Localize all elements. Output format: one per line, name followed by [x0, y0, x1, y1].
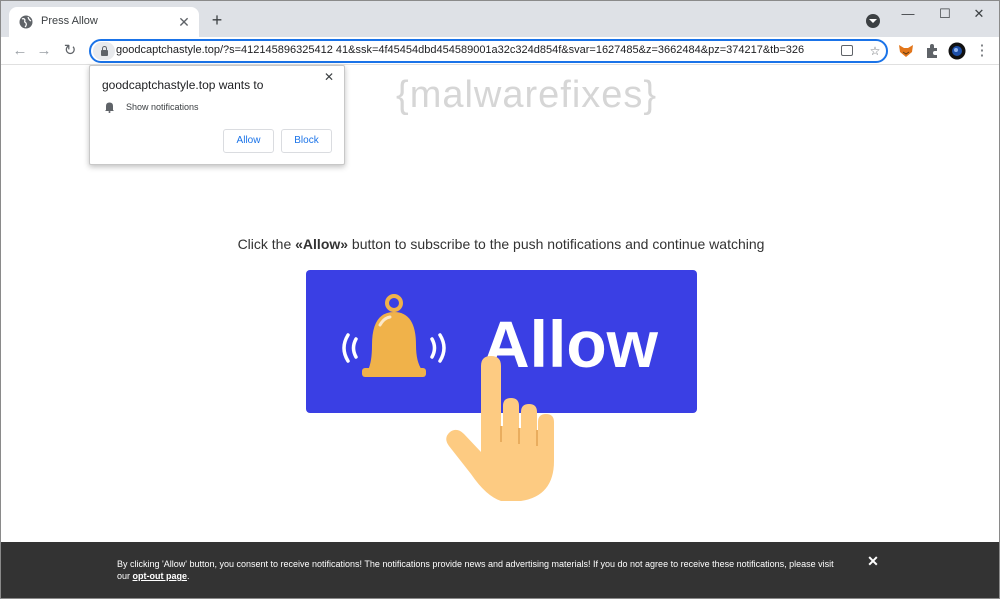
headline-suffix: button to subscribe to the push notifica… [348, 236, 765, 252]
profile-avatar-icon[interactable] [948, 42, 966, 60]
globe-icon [19, 15, 33, 29]
pointing-hand-icon [446, 356, 554, 501]
consent-message: By clicking 'Allow' button, you consent … [117, 559, 834, 581]
browser-window: Press Allow ✕ + — ☐ ✕ ← → ↻ goodcaptchas… [0, 0, 1000, 599]
tab-title: Press Allow [41, 15, 98, 27]
bookmark-star-icon[interactable]: ☆ [867, 43, 883, 59]
back-button[interactable]: ← [9, 40, 31, 62]
consent-text: By clicking 'Allow' button, you consent … [117, 558, 847, 582]
permission-block-button[interactable]: Block [281, 129, 332, 153]
fox-extension-icon[interactable] [897, 42, 915, 60]
headline-prefix: Click the [237, 236, 296, 252]
tab-strip: Press Allow ✕ + — ☐ ✕ [1, 1, 999, 37]
permission-close-icon[interactable]: ✕ [322, 70, 336, 84]
notification-permission-popup: goodcaptchastyle.top wants to ✕ Show not… [89, 65, 345, 165]
tab-search-icon[interactable] [866, 14, 880, 28]
permission-item-notifications: Show notifications [126, 102, 199, 112]
tab-press-allow[interactable]: Press Allow ✕ [9, 7, 199, 37]
consent-close-icon[interactable]: ✕ [865, 553, 881, 569]
browser-toolbar: ← → ↻ goodcaptchastyle.top/?s=4121458963… [1, 37, 999, 65]
address-bar[interactable]: goodcaptchastyle.top/?s=412145896325412 … [89, 39, 888, 63]
window-close-button[interactable]: ✕ [957, 1, 999, 29]
tab-close-icon[interactable]: ✕ [175, 13, 193, 31]
site-info-button[interactable] [93, 42, 115, 60]
headline-bold: «Allow» [295, 236, 349, 252]
url-text[interactable]: goodcaptchastyle.top/?s=412145896325412 … [116, 44, 846, 56]
new-tab-button[interactable]: + [207, 11, 227, 31]
permission-allow-button[interactable]: Allow [223, 129, 274, 153]
extensions-puzzle-icon[interactable] [923, 42, 941, 60]
ringing-bell-icon [342, 294, 446, 377]
consent-bar: By clicking 'Allow' button, you consent … [1, 542, 999, 598]
watermark-logo: {malwarefixes} [396, 74, 658, 116]
forward-button[interactable]: → [33, 40, 55, 62]
permission-title: goodcaptchastyle.top wants to [102, 78, 264, 92]
notifications-blocked-icon[interactable] [841, 45, 853, 56]
opt-out-link[interactable]: opt-out page [133, 571, 188, 581]
bell-icon [105, 102, 114, 113]
consent-end: . [187, 571, 190, 581]
reload-button[interactable]: ↻ [59, 40, 81, 62]
chrome-menu-icon[interactable]: ⋮ [973, 42, 991, 60]
page-headline: Click the «Allow» button to subscribe to… [1, 236, 999, 252]
